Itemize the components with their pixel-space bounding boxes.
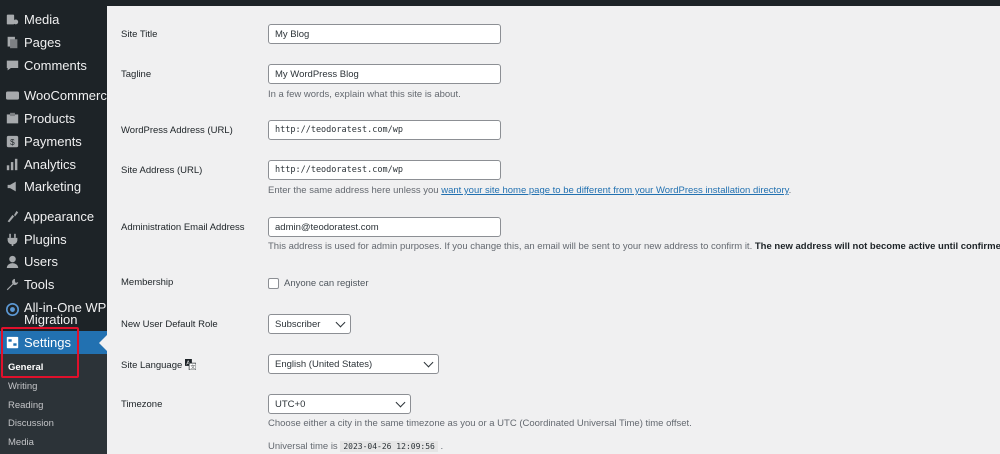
timezone-label: Timezone — [121, 399, 163, 410]
active-menu-arrow — [99, 334, 107, 351]
chevron-down-icon — [335, 317, 346, 327]
timezone-description: Choose either a city in the same timezon… — [268, 418, 692, 429]
site-language-label: Site Language A 文 — [121, 359, 197, 371]
submenu-item-media[interactable]: Media — [8, 437, 34, 448]
tagline-label: Tagline — [121, 69, 152, 80]
woocommerce-icon — [6, 89, 19, 102]
submenu-item-discussion[interactable]: Discussion — [8, 418, 54, 429]
sidebar-item-users[interactable]: Users — [0, 250, 107, 272]
tools-icon — [6, 278, 19, 291]
admin-email-input[interactable]: admin@teodoratest.com — [268, 217, 501, 237]
sidebar-item-label: Tools — [24, 276, 55, 292]
default-role-select[interactable]: Subscriber — [268, 314, 351, 334]
sidebar-item-marketing[interactable]: Marketing — [0, 175, 107, 197]
universal-time: Universal time is 2023-04-26 12:09:56 . — [268, 441, 444, 452]
general-settings-form: Site Title My Blog Tagline My WordPress … — [107, 6, 1000, 454]
svg-text:$: $ — [10, 137, 15, 146]
admin-email-label: Administration Email Address — [121, 222, 245, 233]
site-address-input[interactable]: http://teodoratest.com/wp — [268, 160, 501, 180]
anyone-can-register-checkbox[interactable] — [268, 278, 279, 289]
wordpress-address-input[interactable]: http://teodoratest.com/wp — [268, 120, 501, 140]
submenu-item-reading[interactable]: Reading — [8, 400, 43, 411]
sidebar-item-label: Appearance — [24, 208, 95, 224]
timezone-select[interactable]: UTC+0 — [268, 394, 411, 414]
admin-sidebar: Media Pages Comments WooCommerce Product… — [0, 0, 114, 454]
settings-submenu: General Writing Reading Discussion Media — [0, 354, 107, 454]
submenu-item-writing[interactable]: Writing — [8, 381, 37, 392]
sidebar-item-all-in-one-wp-migration[interactable]: All-in-One WP Migration — [0, 300, 107, 332]
site-title-input[interactable]: My Blog — [268, 24, 501, 44]
sidebar-item-label: Users — [24, 253, 58, 269]
media-icon — [6, 13, 19, 26]
sidebar-item-label: Plugins — [24, 231, 67, 247]
sidebar-item-label: Comments — [24, 57, 87, 73]
sidebar-item-label: Products — [24, 110, 76, 126]
sidebar-item-label: All-in-One WP Migration — [24, 300, 107, 327]
pages-icon — [6, 36, 19, 49]
products-icon — [6, 112, 19, 125]
site-title-label: Site Title — [121, 29, 158, 40]
sidebar-item-label: Payments — [24, 133, 82, 149]
wordpress-address-label: WordPress Address (URL) — [121, 125, 233, 136]
admin-email-description: This address is used for admin purposes.… — [268, 241, 1000, 252]
appearance-icon — [6, 210, 19, 223]
chevron-down-icon — [395, 397, 406, 407]
sidebar-item-woocommerce[interactable]: WooCommerce — [0, 84, 114, 106]
sidebar-item-appearance[interactable]: Appearance — [0, 205, 107, 227]
tagline-input[interactable]: My WordPress Blog — [268, 64, 501, 84]
sidebar-item-label: Media — [24, 11, 60, 27]
site-address-help-link[interactable]: want your site home page to be different… — [441, 185, 788, 196]
site-language-select[interactable]: English (United States) — [268, 354, 439, 374]
sidebar-item-label: Analytics — [24, 156, 77, 172]
sidebar-item-plugins[interactable]: Plugins — [0, 228, 107, 250]
sidebar-item-settings[interactable]: Settings — [0, 331, 107, 354]
membership-label: Membership — [121, 277, 174, 288]
sidebar-item-payments[interactable]: $ Payments — [0, 130, 107, 152]
sidebar-item-analytics[interactable]: Analytics — [0, 153, 107, 175]
universal-time-value: 2023-04-26 12:09:56 — [340, 441, 438, 452]
translation-icon: A文 — [185, 359, 197, 370]
site-address-description: Enter the same address here unless you w… — [268, 185, 792, 196]
analytics-icon — [6, 158, 19, 171]
sidebar-item-products[interactable]: Products — [0, 107, 107, 129]
plugins-icon — [6, 233, 19, 246]
sidebar-item-comments[interactable]: Comments — [0, 54, 107, 76]
sidebar-item-tools[interactable]: Tools — [0, 273, 107, 295]
payments-icon: $ — [6, 135, 19, 148]
sidebar-item-label: WooCommerce — [24, 87, 115, 103]
migration-icon — [6, 303, 19, 316]
site-address-label: Site Address (URL) — [121, 165, 203, 176]
sidebar-item-label: Pages — [24, 34, 61, 50]
chevron-down-icon — [423, 357, 434, 367]
sidebar-item-pages[interactable]: Pages — [0, 31, 107, 53]
marketing-icon — [6, 180, 19, 193]
comments-icon — [6, 59, 19, 72]
default-role-label: New User Default Role — [121, 319, 218, 330]
anyone-can-register-label: Anyone can register — [284, 278, 369, 289]
submenu-item-general[interactable]: General — [8, 362, 43, 373]
sidebar-item-label: Marketing — [24, 178, 82, 194]
users-icon — [6, 255, 19, 268]
tagline-description: In a few words, explain what this site i… — [268, 89, 461, 100]
sidebar-item-media[interactable]: Media — [0, 8, 107, 30]
sidebar-item-label: Settings — [24, 335, 71, 350]
settings-icon — [6, 336, 19, 349]
